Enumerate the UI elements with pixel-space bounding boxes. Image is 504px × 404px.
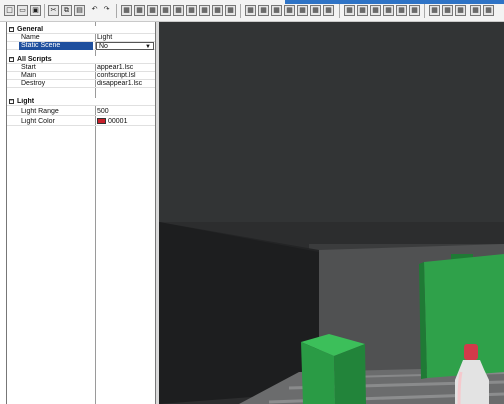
grid-tool-icon[interactable]: ▦ [310, 5, 321, 16]
property-value[interactable]: Light [97, 34, 153, 42]
grid-tool-icon[interactable]: ▦ [160, 5, 171, 16]
grid-tool-icon[interactable]: ▦ [245, 5, 256, 16]
collapse-icon[interactable]: − [9, 27, 14, 32]
grid-tool-icon[interactable]: ▦ [147, 5, 158, 16]
property-row-light-range[interactable]: Light Range 500 [7, 108, 155, 116]
collapse-icon[interactable]: − [9, 99, 14, 104]
toolbar-separator [424, 4, 425, 18]
toolbar-separator [240, 4, 241, 18]
section-general[interactable]: − General [7, 26, 155, 34]
paste-icon[interactable]: ▤ [74, 5, 85, 16]
color-value: 00001 [108, 118, 128, 125]
grid-tool-icon[interactable]: ▦ [297, 5, 308, 16]
grid-tool-icon[interactable]: ▦ [455, 5, 466, 16]
section-title: General [17, 26, 44, 33]
grid-tool-icon[interactable]: ▦ [383, 5, 394, 16]
color-swatch[interactable] [97, 118, 106, 125]
property-row-name[interactable]: Name Light [7, 34, 155, 42]
grid-tool-icon[interactable]: ▦ [442, 5, 453, 16]
property-value[interactable]: disappear1.lsc [97, 80, 153, 88]
toolbar-separator [339, 4, 340, 18]
property-key: Static Scene [19, 42, 93, 50]
property-row-destroy[interactable]: Destroy disappear1.lsc [7, 80, 155, 88]
toolbar-separator [44, 4, 45, 18]
grid-tool-icon[interactable]: ▦ [396, 5, 407, 16]
section-title: Light [17, 98, 35, 105]
undo-icon[interactable]: ↶ [89, 5, 100, 16]
toolbar-accent-bar [285, 0, 504, 4]
scene-render [159, 22, 504, 404]
grid-tool-icon[interactable]: ▦ [344, 5, 355, 16]
property-row-main[interactable]: Main confscript.lsl [7, 72, 155, 80]
property-value[interactable]: appear1.lsc [97, 64, 153, 72]
property-panel: − General Name Light Static Scene No ▼ −… [6, 22, 156, 404]
scene-viewport[interactable] [159, 22, 504, 404]
collapse-icon[interactable]: − [9, 57, 14, 62]
grid-tool-icon[interactable]: ▦ [225, 5, 236, 16]
dropdown-value: No [99, 43, 108, 50]
grid-tool-icon[interactable]: ▦ [370, 5, 381, 16]
property-value[interactable]: confscript.lsl [97, 72, 153, 80]
grid-tool-icon[interactable]: ▦ [121, 5, 132, 16]
grid-tool-icon[interactable]: ▦ [357, 5, 368, 16]
static-scene-dropdown[interactable]: No ▼ [96, 42, 154, 50]
property-row-static-scene[interactable]: Static Scene No ▼ [7, 42, 155, 50]
grid-tool-icon[interactable]: ▦ [199, 5, 210, 16]
copy-icon[interactable]: ⧉ [61, 5, 72, 16]
property-key: Main [21, 72, 37, 79]
cut-icon[interactable]: ✂ [48, 5, 59, 16]
property-key: Start [21, 64, 36, 71]
section-light[interactable]: − Light [7, 98, 155, 106]
section-all-scripts[interactable]: − All Scripts [7, 56, 155, 64]
grid-tool-icon[interactable]: ▦ [483, 5, 494, 16]
toolbar: □ ▭ ▣ ✂ ⧉ ▤ ↶ ↷ ▦ ▦ ▦ ▦ ▦ ▦ ▦ ▦ ▦ ▦ ▦ ▦ … [0, 0, 504, 22]
property-key: Light Color [21, 118, 55, 125]
grid-tool-icon[interactable]: ▦ [134, 5, 145, 16]
grid-tool-icon[interactable]: ▦ [173, 5, 184, 16]
grid-tool-icon[interactable]: ▦ [409, 5, 420, 16]
property-value[interactable]: 500 [97, 108, 153, 116]
grid-tool-icon[interactable]: ▦ [429, 5, 440, 16]
grid-tool-icon[interactable]: ▦ [186, 5, 197, 16]
toolbar-separator [116, 4, 117, 18]
grid-tool-icon[interactable]: ▦ [284, 5, 295, 16]
property-key: Name [21, 34, 40, 41]
grid-tool-icon[interactable]: ▦ [470, 5, 481, 16]
property-row-start[interactable]: Start appear1.lsc [7, 64, 155, 72]
save-icon[interactable]: ▣ [30, 5, 41, 16]
property-row-light-color[interactable]: Light Color 00001 [7, 118, 155, 126]
property-key: Destroy [21, 80, 46, 87]
chevron-down-icon[interactable]: ▼ [145, 43, 151, 49]
redo-icon[interactable]: ↷ [101, 5, 112, 16]
section-title: All Scripts [17, 56, 52, 63]
color-picker-field[interactable]: 00001 [97, 118, 153, 126]
grid-tool-icon[interactable]: ▦ [271, 5, 282, 16]
grid-tool-icon[interactable]: ▦ [212, 5, 223, 16]
grid-tool-icon[interactable]: ▦ [258, 5, 269, 16]
grid-tool-icon[interactable]: ▦ [323, 5, 334, 16]
open-folder-icon[interactable]: ▭ [17, 5, 28, 16]
property-key: Light Range [21, 108, 59, 115]
new-file-icon[interactable]: □ [4, 5, 15, 16]
